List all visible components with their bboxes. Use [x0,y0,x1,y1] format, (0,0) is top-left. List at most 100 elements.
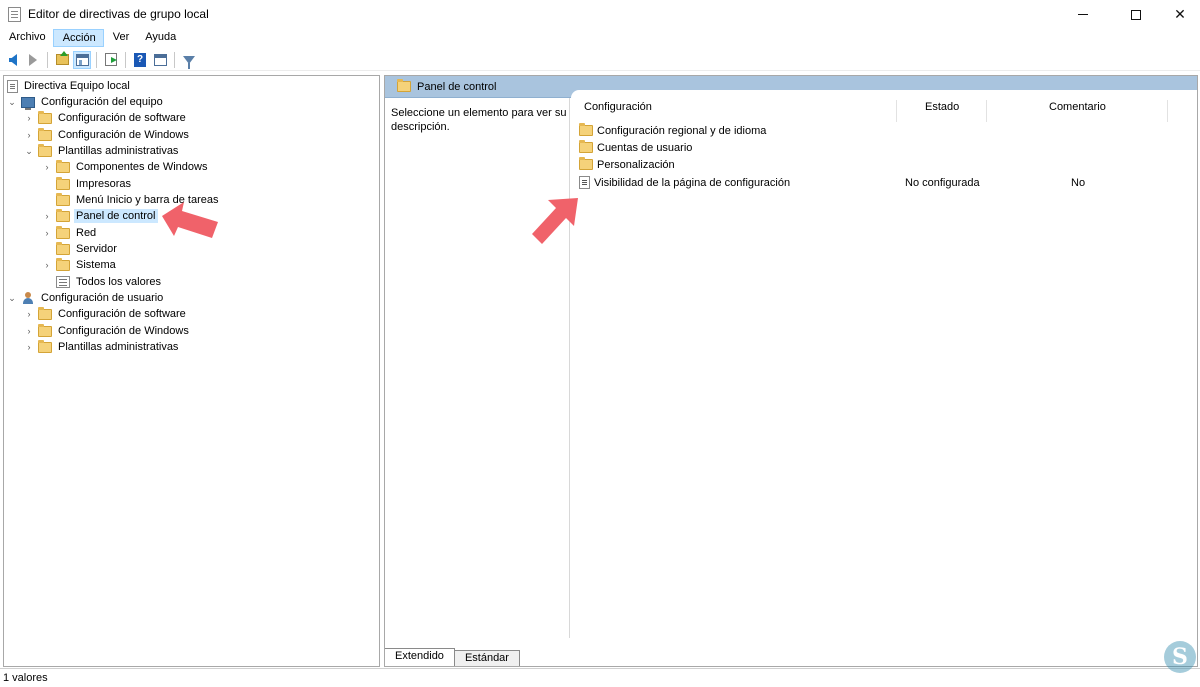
list-item[interactable]: Personalización [579,156,1189,173]
collapsed-chevron-icon[interactable]: › [24,306,34,322]
collapsed-chevron-icon[interactable]: › [42,208,52,224]
tree-item-configuracion-del-equipo[interactable]: ⌄ Configuración del equipo [7,94,165,110]
column-header-comentario[interactable]: Comentario [1049,101,1106,117]
settings-list[interactable]: Configuración Estado Comentario Configur… [571,90,1197,638]
setting-icon [579,176,590,189]
folder-icon [56,257,70,271]
column-header-configuracion[interactable]: Configuración [584,101,652,117]
collapsed-chevron-icon[interactable]: › [24,323,34,339]
folder-icon [56,176,70,190]
watermark-logo-icon: S [1164,641,1196,673]
no-expander [42,192,52,208]
toolbar-separator [47,51,48,68]
collapsed-chevron-icon[interactable]: › [42,225,52,241]
tree-item-componentes-de-windows[interactable]: › Componentes de Windows [42,159,209,175]
back-arrow-icon [9,53,17,66]
tree-item-todos-los-valores[interactable]: Todos los valores [42,274,163,290]
maximize-button[interactable] [1113,0,1159,29]
show-tree-icon [75,53,89,66]
list-item-estado: No configurada [905,176,980,189]
help-button[interactable]: ? [131,51,149,69]
expanded-chevron-icon[interactable]: ⌄ [7,94,17,110]
tree-item-red[interactable]: › Red [42,225,98,241]
menu-bar: Archivo Acción Ver Ayuda [0,29,1200,47]
tree-item-label: Servidor [76,243,117,255]
back-button[interactable] [4,51,22,69]
menu-accion[interactable]: Acción [52,29,104,47]
tree-item-plantillas-administrativas[interactable]: ⌄ Plantillas administrativas [24,143,180,159]
forward-button[interactable] [24,51,42,69]
list-item[interactable]: Cuentas de usuario [579,139,1189,156]
up-one-level-button[interactable] [53,51,71,69]
column-divider[interactable] [986,100,987,122]
tree-item-label: Directiva Equipo local [24,80,130,92]
folder-icon [397,79,411,92]
minimize-icon [1078,14,1088,15]
description-text: Seleccione un elemento para ver su descr… [391,107,567,133]
tree-item-configuracion-de-software[interactable]: › Configuración de software [24,110,188,126]
maximize-icon [1131,9,1141,20]
all-settings-icon [56,276,70,288]
tree-item-label: Componentes de Windows [76,161,208,173]
tree-item-label: Configuración de Windows [58,129,189,141]
tree-item-usuario-configuracion-de-software[interactable]: › Configuración de software [24,306,188,322]
tree-item-usuario-configuracion-de-windows[interactable]: › Configuración de Windows [24,323,191,339]
properties-icon [153,53,167,66]
tree-item-label: Todos los valores [76,276,161,288]
tree-item-label: Plantillas administrativas [58,341,179,353]
tree-item-servidor[interactable]: Servidor [42,241,119,257]
no-expander [42,176,52,192]
column-header-estado[interactable]: Estado [925,101,959,117]
tab-extendido[interactable]: Extendido [385,648,455,666]
collapsed-chevron-icon[interactable]: › [24,110,34,126]
tree-pane[interactable]: Directiva Equipo local ⌄ Configuración d… [3,75,380,667]
tree-item-directiva-equipo-local[interactable]: Directiva Equipo local [7,78,132,94]
toolbar-separator [174,51,175,68]
collapsed-chevron-icon[interactable]: › [42,257,52,273]
window-title: Editor de directivas de grupo local [28,7,209,21]
column-divider[interactable] [896,100,897,122]
filter-button[interactable] [180,51,198,69]
list-item[interactable]: Configuración regional y de idioma [579,122,1189,139]
menu-ayuda[interactable]: Ayuda [136,29,183,47]
tab-estandar[interactable]: Estándar [453,650,520,666]
tree-item-configuracion-de-usuario[interactable]: ⌄ Configuración de usuario [7,290,165,306]
collapsed-chevron-icon[interactable]: › [24,339,34,355]
close-icon: ✕ [1174,6,1186,22]
user-icon [21,292,35,304]
menu-archivo[interactable]: Archivo [0,29,53,47]
tree-item-label: Red [76,227,97,239]
collapsed-chevron-icon[interactable]: › [42,159,52,175]
folder-icon [38,306,52,320]
collapsed-chevron-icon[interactable]: › [24,127,34,143]
tree-item-label: Configuración de usuario [41,292,164,304]
properties-button[interactable] [151,51,169,69]
computer-icon [21,96,35,110]
folder-icon [579,157,593,170]
tree-item-panel-de-control[interactable]: › Panel de control [42,208,158,224]
tree-item-usuario-plantillas-administrativas[interactable]: › Plantillas administrativas [24,339,180,355]
no-expander [42,274,52,290]
folder-icon [38,143,52,157]
annotation-arrow-left [162,202,218,238]
list-item[interactable]: Visibilidad de la página de configuració… [579,174,1189,191]
export-list-button[interactable] [102,51,120,69]
list-item-name: Visibilidad de la página de configuració… [594,176,791,189]
column-divider[interactable] [1167,100,1168,122]
show-hide-tree-button[interactable] [73,50,91,69]
tree-item-configuracion-de-windows[interactable]: › Configuración de Windows [24,127,191,143]
annotation-arrow-shape [532,198,578,244]
tree-item-sistema[interactable]: › Sistema [42,257,118,273]
list-item-comentario: No [1071,176,1086,189]
details-pane: Panel de control Seleccione un elemento … [384,75,1198,667]
expanded-chevron-icon[interactable]: ⌄ [24,143,34,159]
minimize-button[interactable] [1060,0,1106,29]
menu-ver[interactable]: Ver [104,29,137,47]
tree-item-label: Plantillas administrativas [58,145,179,157]
close-button[interactable]: ✕ [1157,0,1200,29]
status-bar: 1 valores [0,668,1200,687]
folder-icon [579,123,593,136]
details-header-title: Panel de control [417,80,497,93]
tree-item-impresoras[interactable]: Impresoras [42,176,133,192]
expanded-chevron-icon[interactable]: ⌄ [7,290,17,306]
